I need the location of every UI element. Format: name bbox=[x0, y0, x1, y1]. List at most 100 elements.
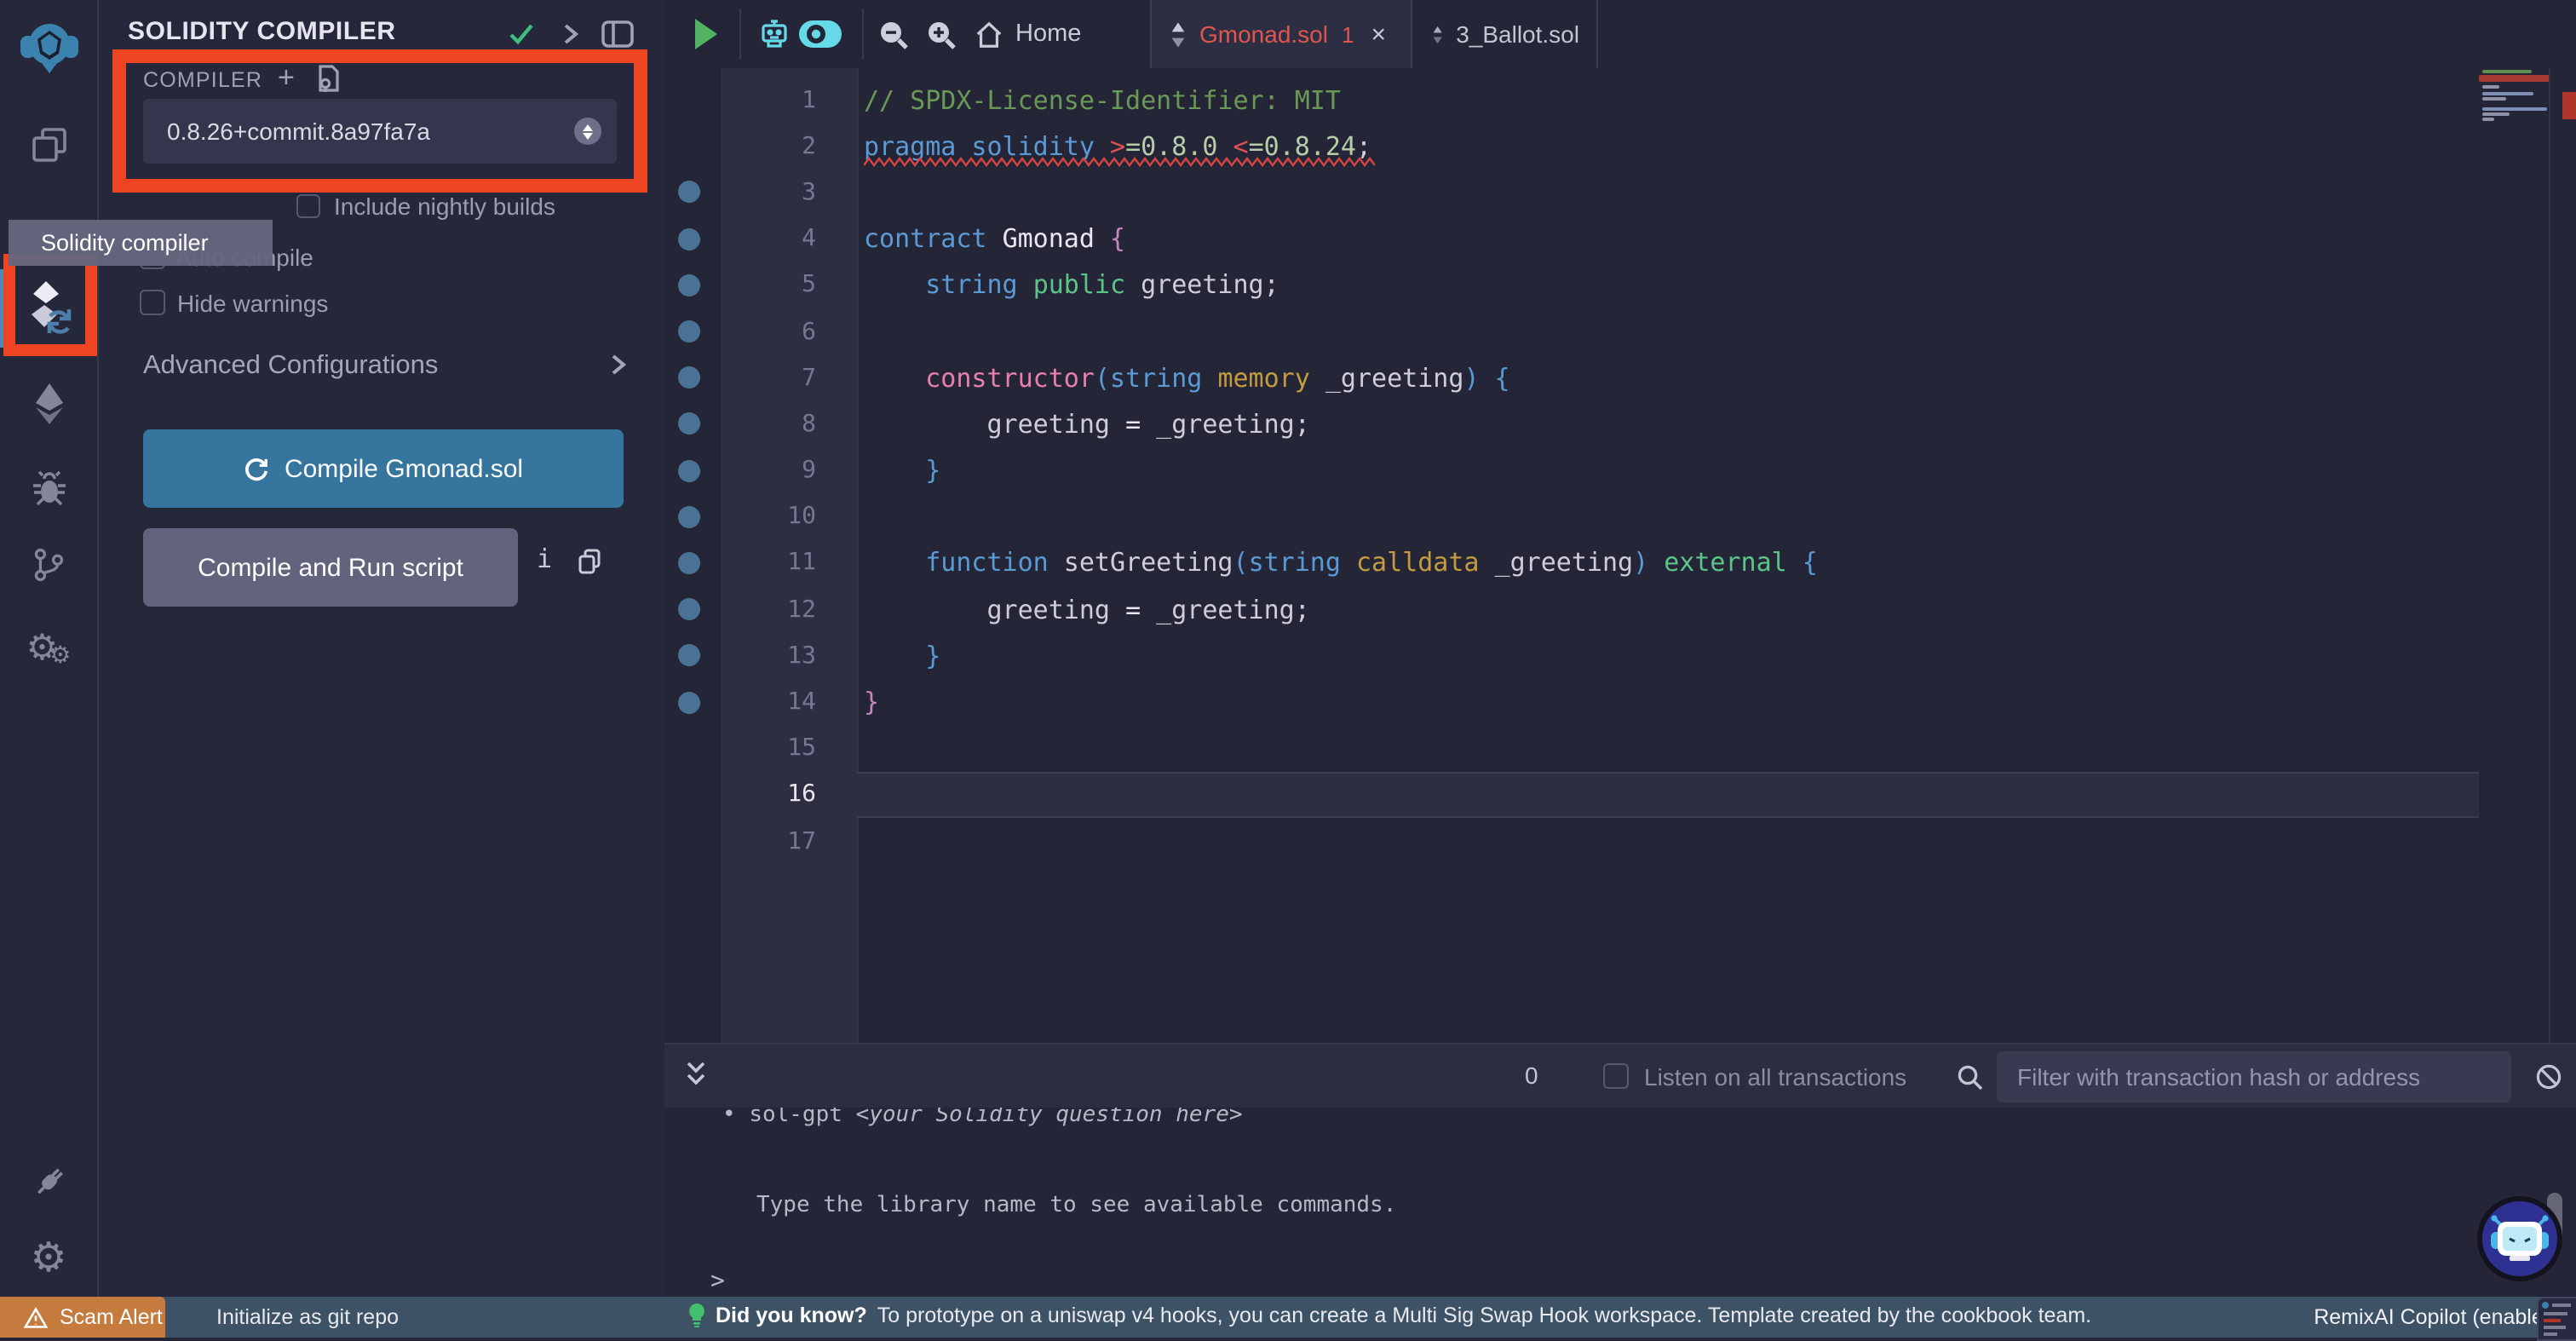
code-text[interactable] bbox=[857, 170, 2576, 216]
sidebar-item-debugger[interactable] bbox=[0, 455, 97, 523]
breakpoint-gutter[interactable] bbox=[664, 818, 721, 864]
code-text[interactable]: greeting = _greeting; bbox=[857, 586, 2576, 632]
code-line[interactable]: 12 greeting = _greeting; bbox=[664, 586, 2576, 632]
code-line[interactable]: 8 greeting = _greeting; bbox=[664, 401, 2576, 447]
code-line[interactable]: 15 bbox=[664, 725, 2576, 771]
terminal-prompt[interactable]: > bbox=[710, 1268, 725, 1295]
line-number[interactable]: 10 bbox=[721, 504, 857, 531]
code-text[interactable]: greeting = _greeting; bbox=[857, 401, 2576, 447]
tab-gmonad[interactable]: Gmonad.sol 1 × bbox=[1150, 0, 1412, 68]
advanced-configurations[interactable]: Advanced Configurations bbox=[143, 351, 438, 382]
line-number[interactable]: 17 bbox=[721, 827, 857, 855]
sidebar-item-solidity-compiler[interactable] bbox=[0, 273, 97, 341]
gutter-dot[interactable] bbox=[678, 551, 700, 574]
terminal-output[interactable]: • sol-gpt <your Solidity question here> … bbox=[664, 1108, 2576, 1297]
scam-alert-button[interactable]: Scam Alert bbox=[0, 1297, 165, 1338]
line-number[interactable]: 9 bbox=[721, 457, 857, 484]
sidebar-item-file-explorer[interactable] bbox=[0, 111, 97, 179]
line-number[interactable]: 14 bbox=[721, 688, 857, 716]
line-number[interactable]: 12 bbox=[721, 596, 857, 623]
hide-warnings-label[interactable]: Hide warnings bbox=[177, 290, 328, 317]
gutter-dot[interactable] bbox=[678, 505, 700, 528]
code-text[interactable] bbox=[857, 771, 2479, 818]
line-number[interactable]: 3 bbox=[721, 179, 857, 206]
zoom-out-button[interactable] bbox=[877, 0, 910, 68]
code-line[interactable]: 1// SPDX-License-Identifier: MIT bbox=[664, 77, 2576, 123]
gutter-dot[interactable] bbox=[678, 320, 700, 343]
line-number[interactable]: 4 bbox=[721, 225, 857, 252]
minimap[interactable] bbox=[2479, 68, 2550, 273]
code-line[interactable]: 17 bbox=[664, 818, 2576, 864]
tab-home[interactable]: Home bbox=[975, 0, 1081, 68]
gutter-dot[interactable] bbox=[678, 598, 700, 621]
breakpoint-gutter[interactable] bbox=[664, 633, 721, 679]
line-number[interactable]: 6 bbox=[721, 318, 857, 345]
gutter-dot[interactable] bbox=[678, 366, 700, 389]
remixai-assistant-bubble[interactable] bbox=[2477, 1196, 2562, 1281]
code-text[interactable]: constructor(string memory _greeting) { bbox=[857, 354, 2576, 400]
line-number[interactable]: 1 bbox=[721, 86, 857, 113]
breakpoint-gutter[interactable] bbox=[664, 493, 721, 539]
code-line[interactable]: 14} bbox=[664, 679, 2576, 725]
breakpoint-gutter[interactable] bbox=[664, 308, 721, 354]
listen-all-transactions-checkbox[interactable] bbox=[1603, 1063, 1629, 1089]
code-line[interactable]: 5 string public greeting; bbox=[664, 262, 2576, 308]
compiler-license-icon[interactable] bbox=[315, 65, 341, 94]
breakpoint-gutter[interactable] bbox=[664, 401, 721, 447]
add-compiler-button[interactable]: + bbox=[278, 61, 295, 95]
code-line[interactable]: 6 bbox=[664, 308, 2576, 354]
clear-console-icon[interactable] bbox=[2535, 1063, 2562, 1091]
compile-status-check[interactable] bbox=[508, 20, 535, 48]
code-line[interactable]: 4 contract Gmonad { bbox=[664, 216, 2576, 262]
code-line[interactable]: 10 bbox=[664, 493, 2576, 539]
code-line[interactable]: 3 bbox=[664, 170, 2576, 216]
pip-thumbnail[interactable] bbox=[2537, 1297, 2576, 1341]
sidebar-item-deploy-run[interactable] bbox=[0, 370, 97, 438]
line-number[interactable]: 7 bbox=[721, 364, 857, 391]
gutter-dot[interactable] bbox=[678, 273, 700, 296]
line-number[interactable]: 2 bbox=[721, 133, 857, 160]
tab-close-icon[interactable]: × bbox=[1371, 20, 1386, 49]
sidebar-item-git[interactable] bbox=[0, 530, 97, 598]
breakpoint-gutter[interactable] bbox=[664, 679, 721, 725]
code-line[interactable]: 9 } bbox=[664, 447, 2576, 493]
code-text[interactable] bbox=[857, 493, 2576, 539]
gutter-dot[interactable] bbox=[678, 181, 700, 204]
breakpoint-gutter[interactable] bbox=[664, 725, 721, 771]
include-nightly-checkbox[interactable] bbox=[296, 194, 320, 218]
breakpoint-gutter[interactable] bbox=[664, 540, 721, 586]
breakpoint-gutter[interactable] bbox=[664, 170, 721, 216]
expand-terminal-button[interactable] bbox=[683, 1060, 709, 1089]
include-nightly-label[interactable]: Include nightly builds bbox=[334, 193, 555, 220]
code-line[interactable]: 2 pragma solidity > =0.8.0 < =0.8.24; bbox=[664, 123, 2576, 169]
breakpoint-gutter[interactable] bbox=[664, 262, 721, 308]
gutter-dot[interactable] bbox=[678, 459, 700, 482]
code-line[interactable]: 13 } bbox=[664, 633, 2576, 679]
breakpoint-gutter[interactable] bbox=[664, 586, 721, 632]
copilot-status[interactable]: RemixAI Copilot (enabled) bbox=[2314, 1305, 2562, 1329]
code-line[interactable]: 7 constructor(string memory _greeting) { bbox=[664, 354, 2576, 400]
remixai-assistant-button[interactable] bbox=[758, 0, 791, 68]
breakpoint-gutter[interactable] bbox=[664, 77, 721, 123]
code-text[interactable] bbox=[857, 818, 2576, 864]
gutter-dot[interactable] bbox=[678, 644, 700, 667]
zoom-in-button[interactable] bbox=[925, 0, 957, 68]
git-init-button[interactable]: Initialize as git repo bbox=[216, 1305, 399, 1329]
breakpoint-gutter[interactable] bbox=[664, 772, 721, 818]
copilot-toggle[interactable] bbox=[797, 0, 843, 68]
gutter-dot[interactable] bbox=[678, 412, 700, 435]
remix-logo[interactable] bbox=[0, 14, 97, 82]
run-script-play-button[interactable] bbox=[695, 19, 717, 49]
code-line[interactable]: 16 bbox=[664, 771, 2576, 818]
toggle-panel-layout-button[interactable] bbox=[601, 20, 634, 48]
line-number[interactable]: 16 bbox=[721, 781, 857, 809]
code-text[interactable]: contract Gmonad { bbox=[857, 216, 2576, 262]
compiler-version-select[interactable]: 0.8.26+commit.8a97fa7a bbox=[143, 99, 617, 164]
code-text[interactable] bbox=[857, 308, 2576, 354]
breakpoint-gutter[interactable] bbox=[664, 216, 721, 262]
info-icon[interactable]: i bbox=[537, 544, 552, 574]
gutter-dot[interactable] bbox=[678, 691, 700, 714]
breakpoint-gutter[interactable] bbox=[664, 447, 721, 493]
line-number[interactable]: 13 bbox=[721, 642, 857, 670]
code-text[interactable]: } bbox=[857, 447, 2576, 493]
